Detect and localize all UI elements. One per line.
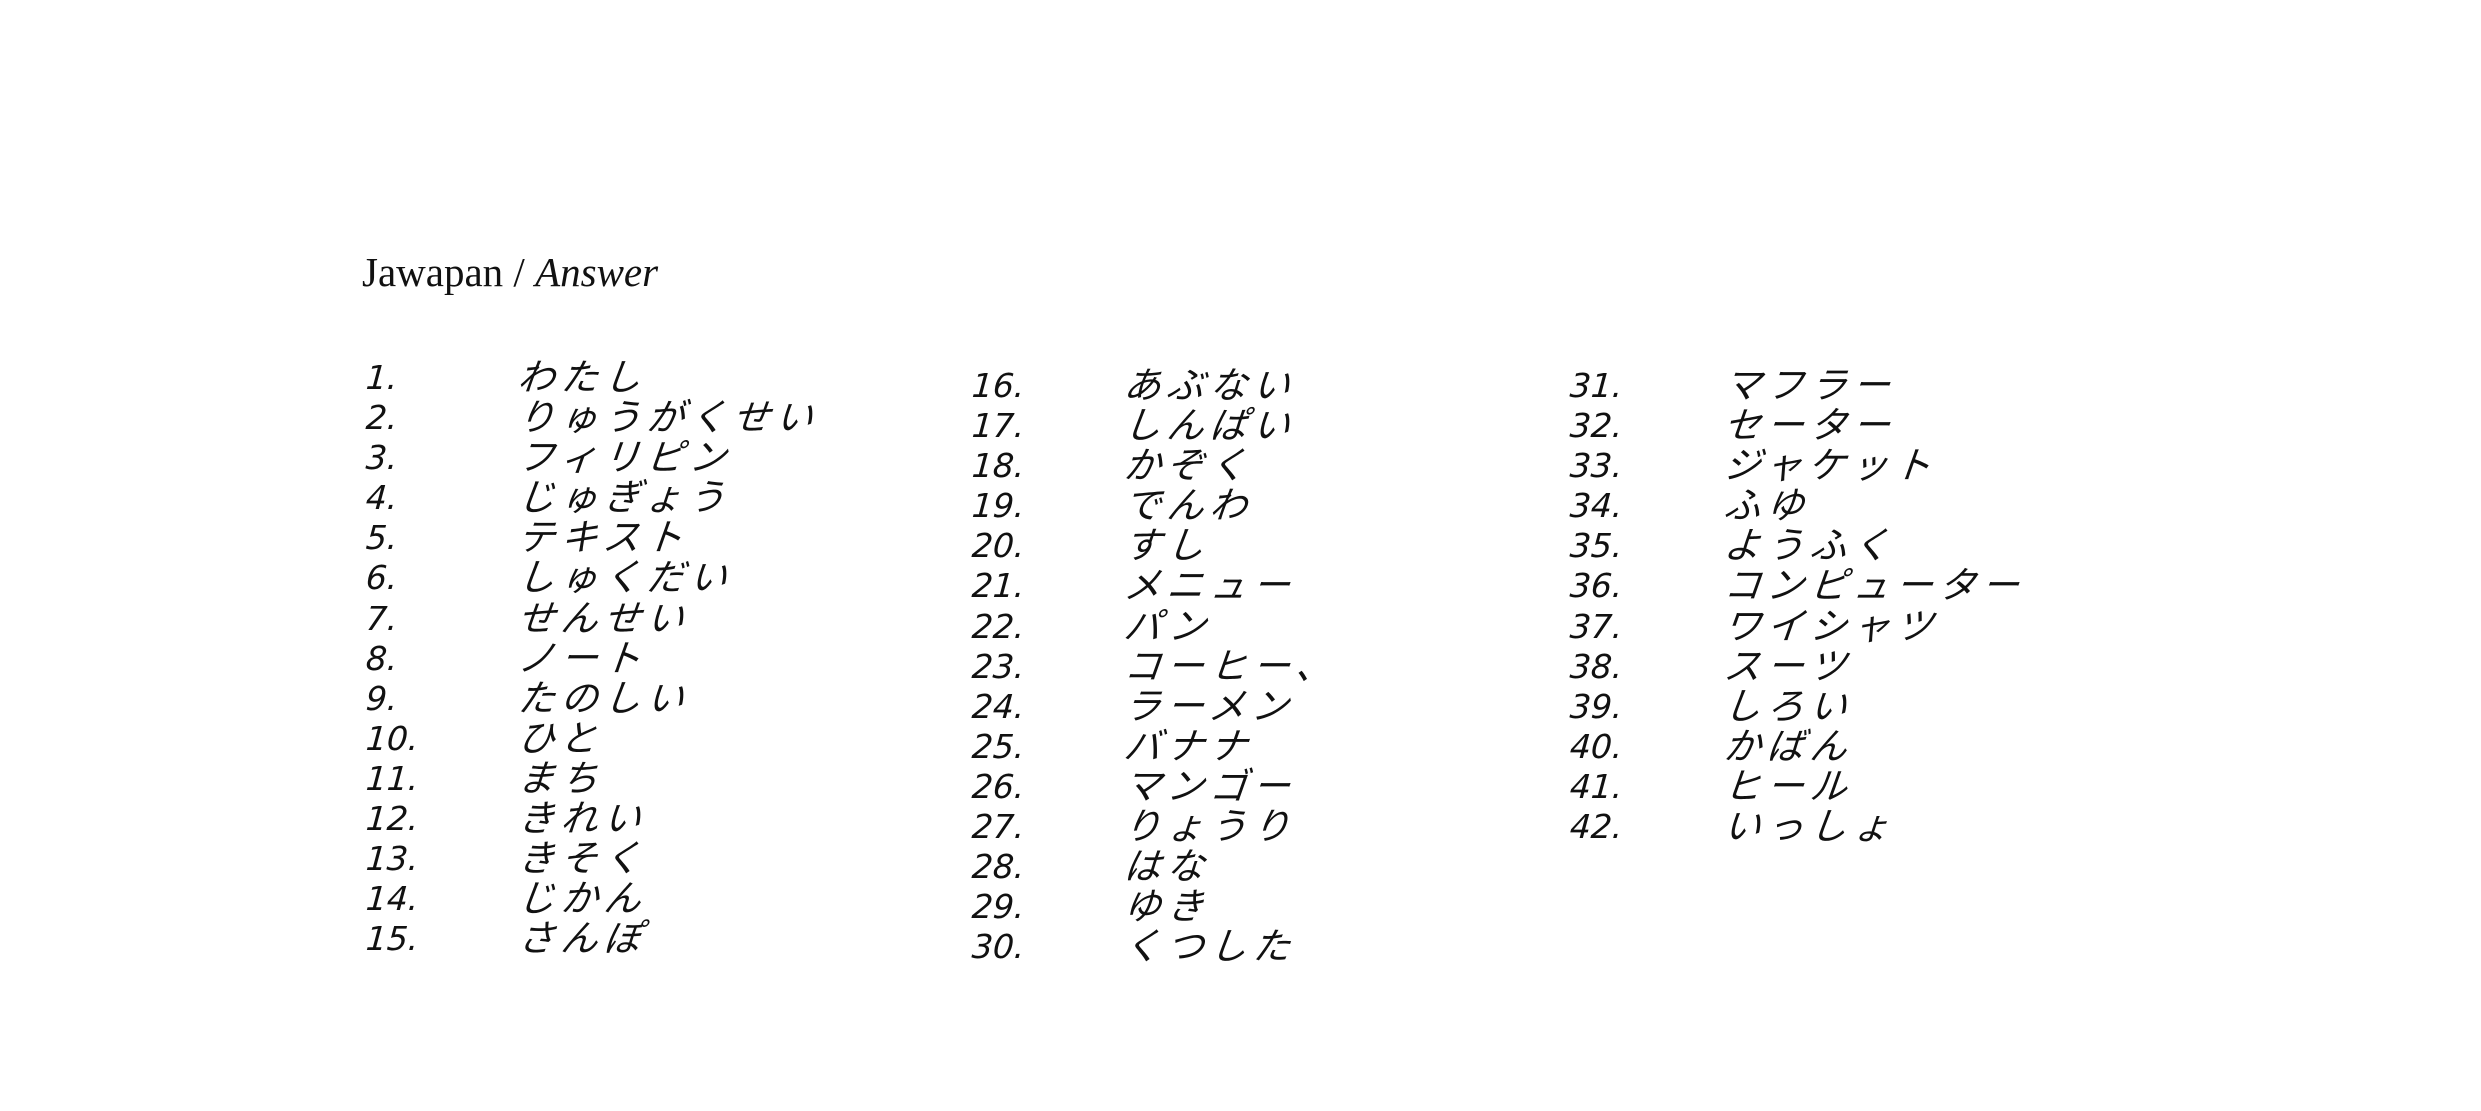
answer-number: 39.	[1568, 686, 1624, 726]
answer-number: 26.	[970, 766, 1026, 806]
answer-number: 40.	[1568, 726, 1624, 766]
answer-number: 27.	[970, 807, 1026, 847]
answer-number: 7.	[364, 598, 399, 638]
answer-word: パン	[1121, 604, 1215, 648]
answer-word: あぶない	[1121, 364, 1299, 407]
answer-word: たのしい	[515, 676, 693, 720]
answer-number: 1.	[364, 358, 399, 397]
answer-word: でんわ	[1121, 484, 1256, 528]
answer-number: 35.	[1568, 526, 1624, 566]
answer-word: せんせい	[515, 596, 693, 640]
answer-number: 9.	[364, 678, 399, 718]
answer-word: ワイシャツ	[1721, 604, 1942, 648]
answer-word: しゅくだい	[515, 556, 736, 600]
answer-number: 11.	[364, 758, 420, 798]
answer-number: 2.	[364, 398, 399, 438]
answer-number: 17.	[970, 406, 1026, 446]
title-main: Jawapan /	[362, 249, 536, 295]
answer-number: 31.	[1568, 366, 1624, 405]
answer-word: きれい	[515, 797, 650, 841]
answer-number: 21.	[970, 566, 1026, 606]
answer-word: かばん	[1721, 724, 1856, 768]
answer-number: 24.	[970, 686, 1026, 726]
answer-word: コーヒー、	[1121, 644, 1341, 688]
title-italic: Answer	[535, 249, 659, 295]
answer-word: バナナ	[1121, 724, 1256, 768]
answer-number: 37.	[1568, 606, 1624, 646]
answer-number: 10.	[364, 718, 420, 758]
page-title: Jawapan / Answer	[362, 252, 658, 293]
answer-number: 30.	[970, 927, 1026, 967]
answer-word: マンゴー	[1121, 764, 1299, 808]
answer-word: ゆき	[1121, 885, 1213, 929]
answer-number: 41.	[1568, 766, 1624, 806]
answer-word: ジャケット	[1721, 444, 1940, 488]
answer-word: はな	[1121, 845, 1213, 889]
answer-number: 23.	[970, 646, 1026, 686]
answer-word: コンピューター	[1721, 564, 2028, 608]
answer-number: 14.	[364, 879, 420, 919]
answer-number: 4.	[364, 478, 399, 518]
answer-word: くつした	[1121, 925, 1299, 969]
answer-word: ようふく	[1721, 524, 1899, 568]
answer-word: りゅうがくせい	[515, 396, 822, 440]
answer-word: じかん	[515, 877, 650, 921]
answer-word: ひと	[515, 716, 606, 760]
answer-word: フィリピン	[515, 436, 735, 480]
answer-number: 22.	[970, 606, 1026, 646]
answer-number: 28.	[970, 847, 1026, 887]
answer-word: ふゆ	[1721, 484, 1813, 528]
answer-number: 36.	[1568, 566, 1624, 606]
answer-number: 3.	[364, 438, 399, 478]
answer-number: 29.	[970, 887, 1026, 927]
answer-word: マフラー	[1721, 364, 1899, 407]
answer-word: さんぽ	[515, 917, 650, 961]
answer-page: Jawapan / Answer 1. わたし 2. りゅうがくせい 3. フィリピン 4.…	[0, 0, 2481, 1111]
answer-word: まち	[515, 756, 607, 800]
answer-word: きそく	[515, 837, 650, 881]
answer-number: 19.	[970, 486, 1026, 526]
answer-word: しろい	[1721, 684, 1856, 728]
answer-number: 32.	[1568, 406, 1624, 446]
answer-word: ヒール	[1721, 764, 1856, 808]
answer-word: セーター	[1721, 404, 1899, 448]
answer-word: テキスト	[515, 516, 692, 560]
answer-number: 18.	[970, 446, 1026, 486]
answer-number: 12.	[364, 799, 420, 839]
answer-number: 16.	[970, 366, 1026, 405]
answer-number: 5.	[364, 518, 399, 558]
answer-word: すし	[1121, 524, 1213, 568]
answer-word: しんぱい	[1121, 404, 1299, 448]
answer-word: じゅぎょう	[515, 476, 734, 520]
answer-number: 25.	[970, 726, 1026, 766]
answer-word: ノート	[515, 636, 650, 680]
answer-word: かぞく	[1121, 444, 1256, 488]
answer-number: 38.	[1568, 646, 1624, 686]
answer-number: 33.	[1568, 446, 1624, 486]
answer-number: 6.	[364, 558, 399, 598]
answer-number: 13.	[364, 839, 420, 879]
answer-number: 34.	[1568, 486, 1624, 526]
answer-word: ラーメン	[1121, 684, 1297, 728]
answer-word: スーツ	[1721, 644, 1855, 688]
answer-word: りょうり	[1121, 805, 1299, 849]
answer-number: 42.	[1568, 807, 1624, 847]
answer-number: 15.	[364, 919, 420, 959]
answer-number: 8.	[364, 638, 399, 678]
answer-word: メニュー	[1121, 564, 1299, 608]
answer-number: 20.	[970, 526, 1026, 566]
answer-word: いっしょ	[1721, 805, 1899, 849]
answer-word: わたし	[515, 356, 650, 399]
